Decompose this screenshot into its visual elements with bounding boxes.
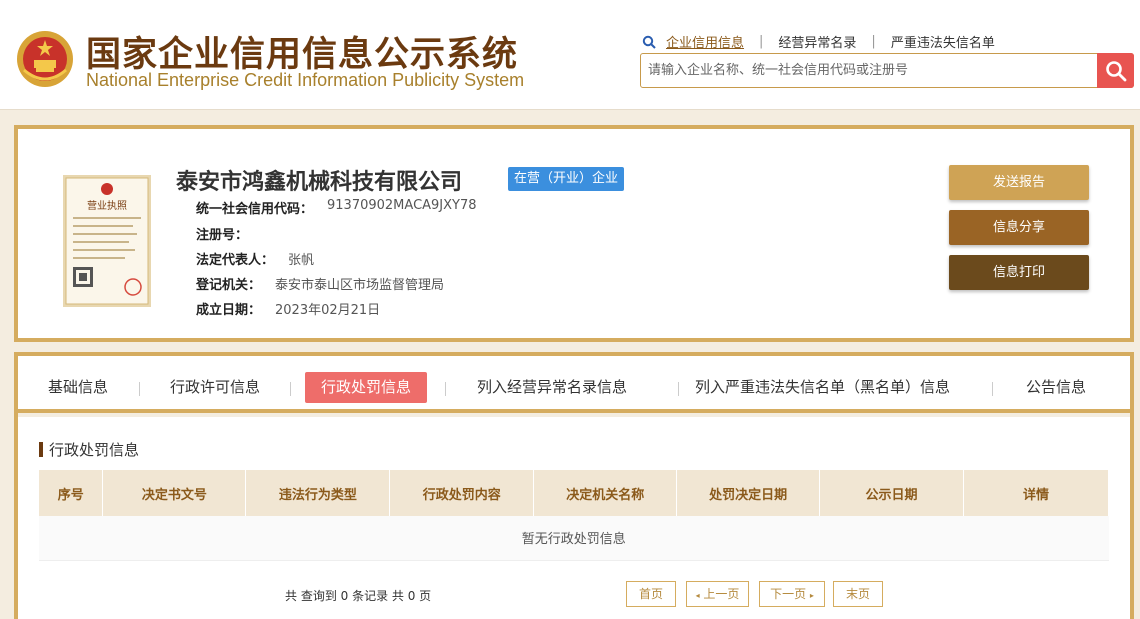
next-page-label: 下一页: [770, 587, 807, 601]
detail-panel: 基础信息 行政许可信息 行政处罚信息 列入经营异常名录信息 列入严重违法失信名单…: [14, 352, 1134, 619]
nav-link-abnormal-list[interactable]: 经营异常名录: [778, 32, 856, 51]
business-license-image: 营业执照: [63, 175, 151, 307]
prev-page-label: 上一页: [703, 587, 740, 601]
search-button[interactable]: [1097, 53, 1134, 88]
nav-separator: |: [759, 34, 764, 49]
info-row-registration-authority: 登记机关： 泰安市泰山区市场监督管理局: [196, 274, 444, 293]
info-label: 统一社会信用代码：: [196, 202, 314, 217]
info-label: 注册号：: [196, 228, 249, 243]
tab-admin-penalty[interactable]: 行政处罚信息: [305, 372, 428, 403]
company-card: 营业执照 泰安市鸿鑫机械科技有限公司 在营（开业）企业 统一社会信用代码： 91…: [14, 125, 1134, 342]
empty-message: 暂无行政处罚信息: [39, 516, 1109, 561]
tab-basic-info[interactable]: 基础信息: [32, 372, 124, 403]
info-row-legal-representative: 法定代表人： 张帆: [196, 249, 314, 268]
print-info-button[interactable]: 信息打印: [949, 255, 1089, 290]
title-bar-decoration: [39, 442, 43, 457]
share-info-button[interactable]: 信息分享: [949, 210, 1089, 245]
send-report-button[interactable]: 发送报告: [949, 165, 1089, 200]
status-badge: 在营（开业）企业: [508, 167, 625, 191]
first-page-button[interactable]: 首页: [626, 581, 676, 607]
prev-page-button[interactable]: ◂ 上一页: [686, 581, 749, 607]
nav-link-credit-info[interactable]: 企业信用信息: [666, 32, 744, 51]
info-label: 成立日期：: [196, 303, 262, 318]
column-header: 公示日期: [819, 470, 964, 516]
penalty-table: 序号 决定书文号 违法行为类型 行政处罚内容 决定机关名称 处罚决定日期 公示日…: [39, 470, 1109, 561]
info-row-credit-code: 统一社会信用代码： 91370902MACA9JXY78: [196, 198, 477, 217]
pager-info: 共 查询到 0 条记录 共 0 页: [285, 589, 432, 603]
info-value: 泰安市泰山区市场监督管理局: [275, 278, 445, 293]
company-name: 泰安市鸿鑫机械科技有限公司: [176, 170, 463, 195]
info-value: 2023年02月21日: [275, 303, 381, 318]
next-page-button[interactable]: 下一页 ▸: [759, 581, 825, 607]
tab-separator: [445, 382, 446, 396]
info-label: 法定代表人：: [196, 253, 275, 268]
nav-separator: |: [871, 34, 876, 49]
chevron-left-icon: ◂: [695, 591, 700, 600]
national-emblem-icon: [17, 31, 73, 87]
column-header: 决定书文号: [102, 470, 247, 516]
table-header-row: 序号 决定书文号 违法行为类型 行政处罚内容 决定机关名称 处罚决定日期 公示日…: [39, 470, 1109, 516]
search-icon: [1105, 60, 1126, 81]
tab-separator: [992, 382, 993, 396]
table-row: 暂无行政处罚信息: [39, 516, 1109, 561]
nav-link-blacklist[interactable]: 严重违法失信名单: [891, 32, 995, 51]
license-title: 营业执照: [87, 199, 127, 212]
tab-announcements[interactable]: 公告信息: [1010, 372, 1102, 403]
info-row-establish-date: 成立日期： 2023年02月21日: [196, 299, 380, 318]
tab-blacklist[interactable]: 列入严重违法失信名单（黑名单）信息: [679, 372, 966, 403]
info-value: 91370902MACA9JXY78: [327, 198, 477, 213]
chevron-right-icon: ▸: [809, 591, 814, 600]
site-subtitle: National Enterprise Credit Information P…: [86, 70, 525, 90]
info-label: 登记机关：: [196, 278, 262, 293]
search-input[interactable]: [641, 54, 1091, 87]
tab-separator: [139, 382, 140, 396]
info-row-registration-number: 注册号：: [196, 224, 262, 243]
info-value: 张帆: [288, 253, 315, 268]
column-header: 详情: [963, 470, 1109, 516]
top-nav: 企业信用信息 | 经营异常名录 | 严重违法失信名单: [642, 32, 995, 51]
site-header: 国家企业信用信息公示系统 National Enterprise Credit …: [0, 0, 1140, 110]
penalty-section: 行政处罚信息 序号 决定书文号 违法行为类型 行政处罚内容 决定机关名称 处罚决…: [18, 417, 1130, 619]
column-header: 决定机关名称: [533, 470, 678, 516]
column-header: 行政处罚内容: [389, 470, 535, 516]
tab-abnormal-list[interactable]: 列入经营异常名录信息: [461, 372, 643, 403]
tab-admin-license[interactable]: 行政许可信息: [154, 372, 276, 403]
column-header: 处罚决定日期: [676, 470, 821, 516]
search-bar: [640, 53, 1134, 88]
column-header: 违法行为类型: [245, 470, 391, 516]
tab-separator: [290, 382, 291, 396]
section-title-text: 行政处罚信息: [49, 441, 140, 459]
column-header: 序号: [39, 470, 104, 516]
section-title: 行政处罚信息: [39, 439, 139, 460]
search-icon: [642, 35, 656, 49]
last-page-button[interactable]: 末页: [833, 581, 883, 607]
tab-bar: 基础信息 行政许可信息 行政处罚信息 列入经营异常名录信息 列入严重违法失信名单…: [18, 356, 1130, 413]
